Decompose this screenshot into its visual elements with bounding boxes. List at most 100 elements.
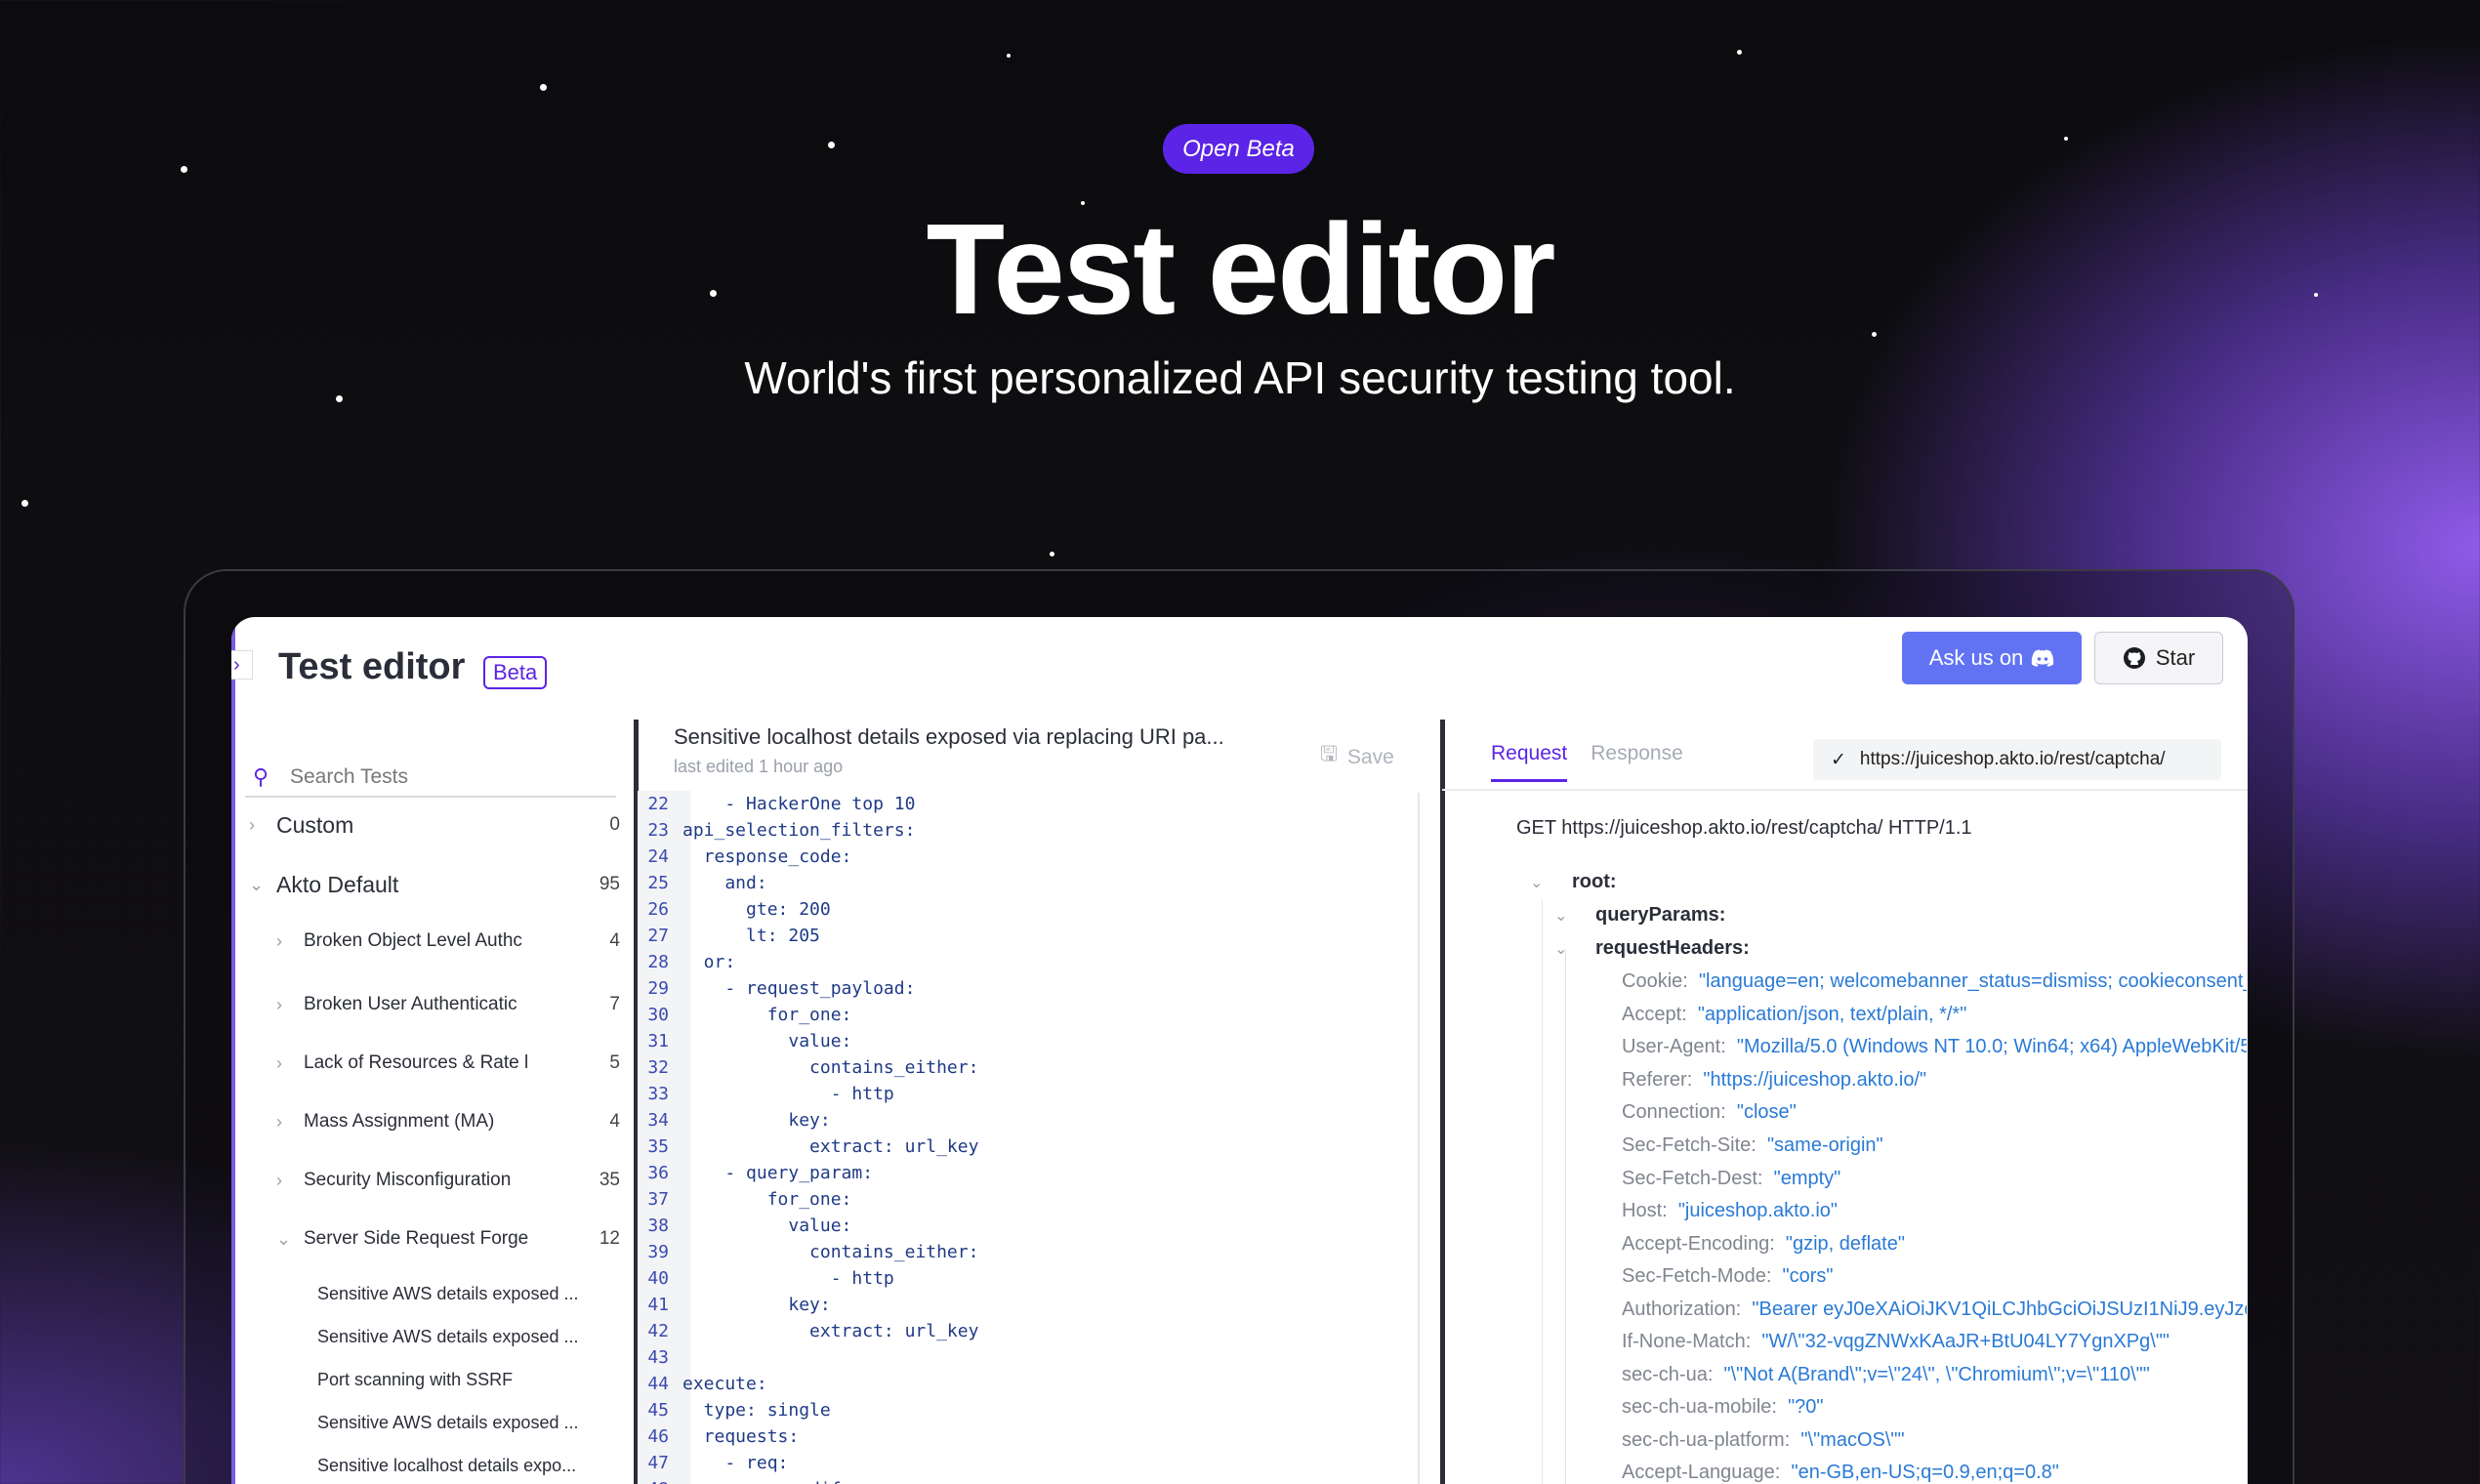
header-row: sec-ch-ua: "\"Not A(Brand\";v=\"24\", \"… <box>1622 1358 2247 1391</box>
search-icon: ⚲ <box>253 764 269 789</box>
tab-request[interactable]: Request <box>1491 742 1568 782</box>
chevron-right-icon: › <box>249 814 255 835</box>
sidebar-test-item[interactable]: Sensitive AWS details exposed ... <box>317 1406 610 1439</box>
code-text: - HackerOne top 10 <box>682 794 916 814</box>
sidebar-category-security-misconfiguration[interactable]: › Security Misconfiguration 35 <box>276 1161 620 1200</box>
header-key: sec-ch-ua-mobile: <box>1622 1396 1777 1418</box>
sidebar-category-rate-limiting[interactable]: › Lack of Resources & Rate l 5 <box>276 1044 620 1083</box>
line-number: 39 <box>647 1242 669 1262</box>
line-number: 22 <box>647 794 669 814</box>
group-count: 95 <box>599 874 620 894</box>
code-text: execute: <box>682 1374 767 1394</box>
sidebar-test-item[interactable]: Sensitive AWS details exposed ... <box>317 1277 610 1310</box>
code-text: - query_param: <box>682 1163 874 1183</box>
code-line: 27 lt: 205 <box>638 923 1653 949</box>
category-label: Server Side Request Forge <box>304 1228 529 1249</box>
header-row: Accept-Language: "en-GB,en-US;q=0.9,en;q… <box>1622 1456 2247 1484</box>
code-text: for_one: <box>682 1005 852 1025</box>
request-line: GET https://juiceshop.akto.io/rest/captc… <box>1516 817 1972 839</box>
code-text: - req: <box>682 1453 789 1473</box>
line-number: 43 <box>647 1347 669 1368</box>
chevron-down-icon[interactable]: ⌄ <box>1554 906 1567 926</box>
tree-guide <box>1565 969 1566 1484</box>
line-number: 37 <box>647 1189 669 1210</box>
selected-url-chip[interactable]: ✓ https://juiceshop.akto.io/rest/captcha… <box>1813 739 2221 780</box>
header-value: "W/\"32-vqgZNWxKAaJR+BtU04LY7YgnXPg\"" <box>1761 1331 2170 1352</box>
search-box: ⚲ <box>245 759 616 798</box>
header-key: Host: <box>1622 1200 1668 1221</box>
line-number: 32 <box>647 1057 669 1078</box>
selected-url: https://juiceshop.akto.io/rest/captcha/ <box>1859 749 2166 769</box>
sidebar-group-akto-default[interactable]: ⌄ Akto Default 95 <box>249 865 620 904</box>
sidebar-category-broken-user-auth[interactable]: › Broken User Authenticatic 7 <box>276 985 620 1024</box>
code-line: 46 requests: <box>638 1423 1653 1450</box>
chevron-down-icon[interactable]: ⌄ <box>1554 939 1567 959</box>
last-edited: last edited 1 hour ago <box>674 757 844 776</box>
category-label: Broken Object Level Authc <box>304 930 522 951</box>
header-key: Referer: <box>1622 1069 1693 1091</box>
left-accent-strip <box>231 617 235 1484</box>
chevron-down-icon[interactable]: ⌄ <box>1530 873 1543 892</box>
ask-us-discord-button[interactable]: Ask us on <box>1902 632 2082 684</box>
code-line: 40 - http <box>638 1265 1653 1292</box>
line-number: 28 <box>647 952 669 972</box>
code-line: 29 - request_payload: <box>638 975 1653 1002</box>
header-key: Cookie: <box>1622 970 1688 992</box>
code-editor[interactable]: 22 - HackerOne top 10 23 api_selection_fi… <box>638 791 1653 1484</box>
sidebar-category-ssrf[interactable]: ⌄ Server Side Request Forge 12 <box>276 1219 620 1258</box>
github-star-button[interactable]: Star <box>2094 632 2223 684</box>
star <box>1737 50 1742 55</box>
save-button[interactable]: 🖫 Save <box>1320 740 1394 774</box>
sidebar-toggle-icon[interactable]: › <box>231 650 253 680</box>
editor-scrollbar[interactable] <box>1418 793 1426 1484</box>
header-value: "https://juiceshop.akto.io/" <box>1703 1069 1927 1091</box>
code-line: 22 - HackerOne top 10 <box>638 791 1653 817</box>
chevron-right-icon: › <box>276 1052 282 1073</box>
header-key: Authorization: <box>1622 1298 1742 1320</box>
category-count: 4 <box>609 930 620 951</box>
header-key: If-None-Match: <box>1622 1331 1752 1352</box>
code-line: 43 <box>638 1344 1653 1371</box>
sidebar-test-item[interactable]: Port scanning with SSRF <box>317 1363 610 1396</box>
code-line: 34 key: <box>638 1107 1653 1134</box>
header-key: Accept: <box>1622 1004 1687 1025</box>
header-value: "\"macOS\"" <box>1800 1429 1905 1451</box>
sidebar-category-mass-assignment[interactable]: › Mass Assignment (MA) 4 <box>276 1102 620 1141</box>
group-count: 0 <box>609 814 620 835</box>
sidebar-test-item[interactable]: Sensitive AWS details exposed ... <box>317 1320 610 1353</box>
sidebar-category-bola[interactable]: › Broken Object Level Authc 4 <box>276 922 620 961</box>
panel-divider[interactable] <box>1440 720 1445 1484</box>
github-icon <box>2123 647 2145 669</box>
category-count: 4 <box>609 1111 620 1132</box>
header-row: Authorization: "Bearer eyJ0eXAiOiJKV1QiL… <box>1622 1293 2247 1326</box>
category-label: Lack of Resources & Rate l <box>304 1052 529 1073</box>
code-line: 35 extract: url_key <box>638 1134 1653 1160</box>
header-value: "gzip, deflate" <box>1785 1233 1905 1255</box>
header-value: "language=en; welcomebanner_status=dismi… <box>1698 970 2247 992</box>
code-text: - http <box>682 1084 894 1104</box>
star <box>21 500 28 507</box>
line-number: 44 <box>647 1374 669 1394</box>
code-text: contains_either: <box>682 1057 979 1078</box>
app-window: › Test editor Beta Ask us on Star ⚲ › Cu… <box>231 617 2248 1484</box>
json-query-params-key: queryParams: <box>1595 904 1726 926</box>
request-response-tabs: Request Response <box>1491 742 1683 782</box>
line-number: 47 <box>647 1453 669 1473</box>
category-label: Mass Assignment (MA) <box>304 1111 495 1132</box>
sidebar-test-item[interactable]: Sensitive localhost details expo... <box>317 1449 610 1482</box>
chevron-right-icon: › <box>276 930 282 951</box>
header-row: Accept: "application/json, text/plain, *… <box>1622 998 2247 1031</box>
star <box>181 166 187 173</box>
header-value: "?0" <box>1788 1396 1824 1418</box>
header-row: sec-ch-ua-platform: "\"macOS\"" <box>1622 1423 2247 1457</box>
header-key: Sec-Fetch-Dest: <box>1622 1168 1763 1189</box>
sidebar-group-custom[interactable]: › Custom 0 <box>249 805 620 845</box>
tab-response[interactable]: Response <box>1591 742 1683 782</box>
header-value: "Mozilla/5.0 (Windows NT 10.0; Win64; x6… <box>1736 1036 2247 1057</box>
code-line: 24 response_code: <box>638 844 1653 870</box>
group-label: Custom <box>276 811 354 838</box>
search-tests-input[interactable] <box>290 759 602 796</box>
header-value: "close" <box>1736 1101 1797 1123</box>
header-row: If-None-Match: "W/\"32-vqgZNWxKAaJR+BtU0… <box>1622 1325 2247 1358</box>
chevron-down-icon: ⌄ <box>249 874 265 894</box>
